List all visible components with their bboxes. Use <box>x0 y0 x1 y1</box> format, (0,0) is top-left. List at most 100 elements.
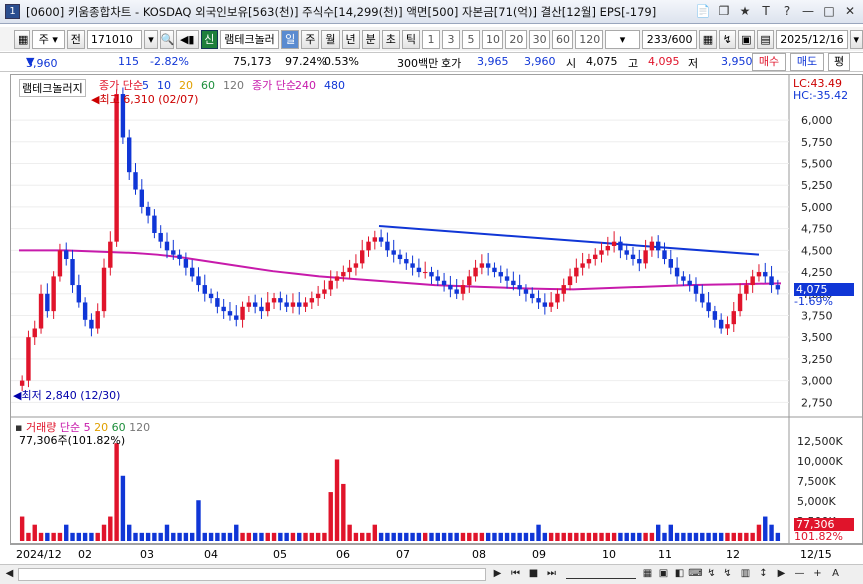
volume-bar <box>51 532 56 541</box>
tool-icon[interactable]: ↯ <box>720 567 735 582</box>
open-label: 시 <box>566 57 577 70</box>
favorite-icon[interactable]: ★ <box>736 3 754 20</box>
interval-120-button[interactable]: 120 <box>575 29 604 49</box>
volume-bar <box>309 532 315 541</box>
volume-info: 77,306주(101.82%) <box>19 434 126 447</box>
volume-bar <box>441 532 447 541</box>
volume-bar <box>108 516 113 541</box>
scroll-right-icon[interactable]: ▶ <box>490 567 505 582</box>
rewind-icon[interactable]: ⏮ <box>508 567 523 582</box>
period-tick-button[interactable]: 틱 <box>401 29 421 49</box>
candle-body <box>177 254 182 260</box>
legend-item: 240 <box>295 79 316 92</box>
candle-body <box>593 254 598 260</box>
interval-20-button[interactable]: 20 <box>505 29 527 49</box>
volume-bar <box>64 524 69 541</box>
y-tick-label: 3,250 <box>801 353 833 366</box>
interval-5-button[interactable]: 5 <box>462 29 481 49</box>
candle-body <box>101 267 107 312</box>
candle-body <box>473 267 478 277</box>
tool-icon[interactable]: ▦ <box>640 567 655 582</box>
restore-icon[interactable]: ❐ <box>715 3 733 20</box>
tool-icon[interactable]: ⌨ <box>688 567 703 582</box>
period-year-button[interactable]: 년 <box>341 29 360 49</box>
tool-icon[interactable]: ↯ <box>704 567 719 582</box>
interval-30-button[interactable]: 30 <box>528 29 550 49</box>
tool-icon[interactable]: ▥ <box>738 567 753 582</box>
y-tick-label: 5,000 <box>801 201 833 214</box>
interval-input[interactable]: ▾ <box>605 29 640 49</box>
period-second-button[interactable]: 초 <box>381 29 400 49</box>
candle-body <box>580 263 585 268</box>
period-week-button[interactable]: 주 <box>301 29 320 49</box>
font-icon[interactable]: T <box>757 3 775 20</box>
volume-bar <box>133 532 138 541</box>
stop-icon[interactable]: ■ <box>526 567 541 582</box>
save-icon[interactable]: ▣ <box>737 29 755 49</box>
volume-bar <box>158 532 163 541</box>
volume-bar <box>624 532 629 541</box>
date-input[interactable]: 2025/12/16 <box>776 29 848 49</box>
interval-60-button[interactable]: 60 <box>551 29 574 49</box>
zoom-out-icon[interactable]: — <box>792 567 807 582</box>
calendar-icon[interactable]: ▤ <box>756 29 775 49</box>
window-buttons: 📄 ❐ ★ T ? — □ ✕ <box>694 3 859 20</box>
tool-icon[interactable]: ▣ <box>656 567 671 582</box>
chart-area[interactable]: 6,000 5,750 5,500 5,250 5,000 4,750 4,500 4,250… <box>10 74 863 544</box>
minimize-icon[interactable]: — <box>799 3 817 20</box>
zoom-slider[interactable] <box>566 569 636 579</box>
candle-body <box>511 280 516 286</box>
scroll-left-icon[interactable]: ◀ <box>2 567 17 582</box>
volume-bar <box>215 532 220 541</box>
period-select[interactable]: 주 ▾ <box>32 29 65 49</box>
candle-body <box>152 215 157 233</box>
scroll-track[interactable] <box>18 568 486 581</box>
scroll-right-icon[interactable]: ▶ <box>774 567 789 582</box>
tool-icon[interactable]: ↕ <box>756 567 771 582</box>
period-month-button[interactable]: 월 <box>321 29 340 49</box>
tool-icon[interactable]: ◧ <box>672 567 687 582</box>
price-chart-svg[interactable]: 6,000 5,750 5,500 5,250 5,000 4,750 4,500 4,250… <box>11 75 862 543</box>
interval-1-button[interactable]: 1 <box>422 29 441 49</box>
indicator-icon[interactable]: ↯ <box>718 29 736 49</box>
forward-icon[interactable]: ⏭ <box>544 567 559 582</box>
volume-bar <box>19 516 25 541</box>
eval-button[interactable]: 평 <box>828 53 850 71</box>
prev-button[interactable]: 전 <box>66 29 85 49</box>
copy-icon[interactable]: 📄 <box>694 3 712 20</box>
date-label: 06 <box>336 548 350 561</box>
candle-body <box>517 285 522 290</box>
volume-bar <box>649 532 655 541</box>
candle-body <box>108 241 113 268</box>
buy-button[interactable]: 매수 <box>752 53 786 71</box>
help-icon[interactable]: ? <box>778 3 796 20</box>
zoom-icon[interactable]: ▦ <box>699 29 717 49</box>
date-dropdown-icon[interactable]: ▾ <box>849 29 863 49</box>
sound-icon[interactable]: ◀▮ <box>175 29 199 49</box>
volume-bar <box>353 532 359 541</box>
auto-icon[interactable]: A <box>828 567 843 582</box>
candle-body <box>208 293 214 299</box>
close-icon[interactable]: ✕ <box>841 3 859 20</box>
search-icon[interactable]: 🔍 <box>159 29 174 49</box>
interval-3-button[interactable]: 3 <box>442 29 461 49</box>
candle-body <box>687 280 692 286</box>
candle-body <box>38 293 44 329</box>
candle-body <box>769 276 774 286</box>
code-input[interactable]: 171010 <box>86 29 143 49</box>
candle-body <box>555 293 560 303</box>
grid-icon[interactable]: ▦ <box>14 29 30 49</box>
volume-bar <box>70 532 75 541</box>
code-dropdown-icon[interactable]: ▾ <box>144 29 158 49</box>
candle-body <box>221 306 226 312</box>
period-minute-button[interactable]: 분 <box>361 29 380 49</box>
maximize-icon[interactable]: □ <box>820 3 838 20</box>
period-day-button[interactable]: 일 <box>281 29 300 49</box>
chart-scrollbar[interactable]: ◀ ▶ ⏮ ■ ⏭ ▦ ▣ ◧ ⌨ ↯ ↯ ▥ ↕ ▶ — + A <box>0 564 863 584</box>
sell-button[interactable]: 매도 <box>790 53 824 71</box>
interval-10-button[interactable]: 10 <box>482 29 504 49</box>
volume-bar <box>95 532 100 541</box>
zoom-in-icon[interactable]: + <box>810 567 825 582</box>
count-display[interactable]: 233/600 <box>641 29 698 49</box>
volume-bar <box>227 532 233 541</box>
